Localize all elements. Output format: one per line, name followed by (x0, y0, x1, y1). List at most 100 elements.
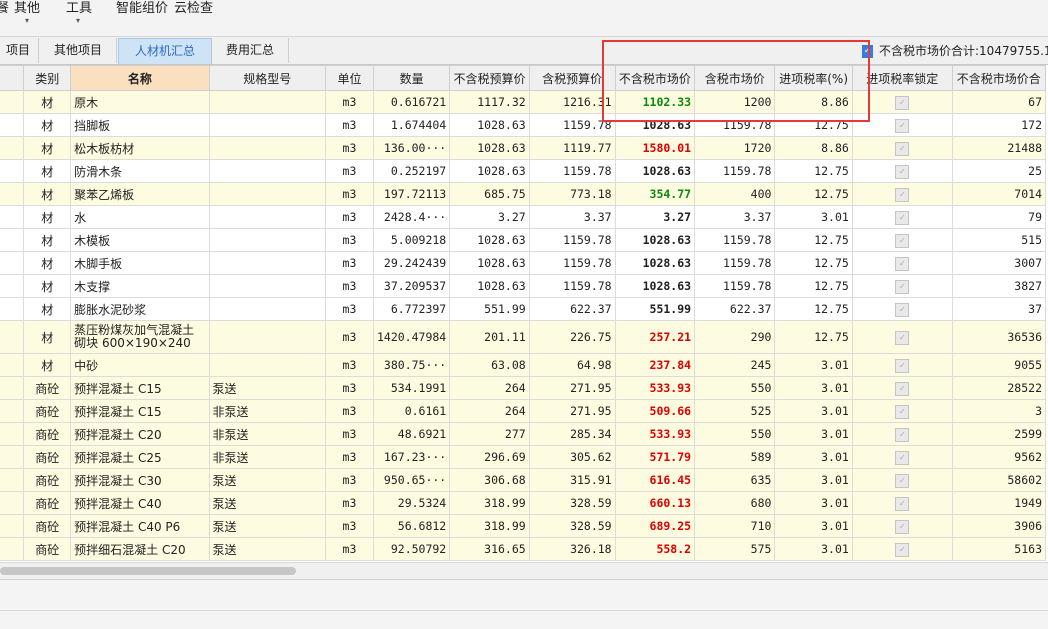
cell-budget-price-excl-tax[interactable]: 3.27 (449, 205, 530, 229)
cell-unit[interactable]: m3 (324, 274, 374, 298)
cell-market-price-incl-tax[interactable]: 245 (694, 353, 776, 377)
cell-input-tax-rate[interactable]: 3.01 (774, 376, 853, 400)
cell-quantity[interactable]: 2428.4··· (372, 205, 451, 229)
cell-index[interactable] (0, 320, 25, 354)
cell-unit[interactable]: m3 (324, 320, 374, 354)
cell-index[interactable] (0, 445, 25, 469)
cell-spec[interactable] (208, 228, 326, 252)
menu-item-smart-pricing[interactable]: 智能组价 (116, 0, 168, 16)
cell-name[interactable]: 膨胀水泥砂浆 (70, 297, 210, 321)
cell-quantity[interactable]: 0.616721 (372, 90, 451, 114)
cell-market-price-excl-tax[interactable]: 3.27 (614, 205, 696, 229)
cell-spec[interactable] (208, 320, 326, 354)
cell-market-price-incl-tax[interactable]: 525 (694, 399, 776, 423)
cell-input-tax-rate[interactable]: 8.86 (774, 136, 853, 160)
cell-market-price-incl-tax[interactable]: 550 (694, 376, 776, 400)
cell-market-total-excl-tax[interactable]: 3827 (951, 274, 1047, 298)
cell-budget-price-incl-tax[interactable]: 1159.78 (528, 159, 616, 183)
cell-input-tax-rate[interactable]: 3.01 (774, 537, 853, 561)
cell-budget-price-excl-tax[interactable]: 551.99 (449, 297, 530, 321)
cell-budget-price-incl-tax[interactable]: 1159.78 (528, 251, 616, 275)
cell-spec[interactable] (208, 274, 326, 298)
cell-market-price-excl-tax[interactable]: 533.93 (614, 376, 696, 400)
cell-budget-price-incl-tax[interactable]: 1159.78 (528, 274, 616, 298)
cell-budget-price-incl-tax[interactable]: 64.98 (528, 353, 616, 377)
cell-market-price-excl-tax[interactable]: 1028.63 (614, 113, 696, 137)
cell-category[interactable]: 材 (23, 182, 72, 206)
cell-input-tax-rate[interactable]: 12.75 (774, 251, 853, 275)
cell-quantity[interactable]: 92.50792 (372, 537, 451, 561)
tab-project[interactable]: 项目 (0, 38, 39, 63)
cell-input-tax-rate[interactable]: 12.75 (774, 113, 853, 137)
cell-market-price-excl-tax[interactable]: 558.2 (614, 537, 696, 561)
cell-budget-price-incl-tax[interactable]: 326.18 (528, 537, 616, 561)
cell-spec[interactable]: 泵送 (208, 491, 326, 515)
cell-name[interactable]: 挡脚板 (70, 113, 210, 137)
cell-budget-price-excl-tax[interactable]: 277 (449, 422, 530, 446)
cell-input-tax-rate[interactable]: 12.75 (774, 159, 853, 183)
cell-index[interactable] (0, 297, 25, 321)
cell-market-total-excl-tax[interactable]: 1949 (951, 491, 1047, 515)
cell-name[interactable]: 预拌混凝土 C15 (70, 399, 210, 423)
cell-tax-rate-lock[interactable]: ✓ (851, 113, 953, 137)
cell-market-price-incl-tax[interactable]: 1159.78 (694, 251, 776, 275)
cell-market-price-incl-tax[interactable]: 400 (694, 182, 776, 206)
cell-index[interactable] (0, 274, 25, 298)
cell-budget-price-excl-tax[interactable]: 63.08 (449, 353, 530, 377)
table-row[interactable]: 材挡脚板 m3 1.674404 1028.63 1159.78 1028.63 1159.… (0, 113, 1047, 137)
cell-market-price-excl-tax[interactable]: 551.99 (614, 297, 696, 321)
cell-category[interactable]: 材 (23, 274, 72, 298)
cell-market-total-excl-tax[interactable]: 79 (951, 205, 1047, 229)
cell-budget-price-excl-tax[interactable]: 685.75 (449, 182, 530, 206)
cell-market-total-excl-tax[interactable]: 28522 (951, 376, 1047, 400)
cell-spec[interactable] (208, 136, 326, 160)
cell-tax-rate-lock[interactable]: ✓ (851, 399, 953, 423)
cell-index[interactable] (0, 182, 25, 206)
cell-index[interactable] (0, 136, 25, 160)
table-row[interactable]: 商砼 预拌混凝土 C20 非泵送 m3 48.6921 277 285.34 533.93 55… (0, 422, 1047, 446)
col-header-input-tax-rate[interactable]: 进项税率(%) (774, 65, 853, 91)
table-row[interactable]: 材聚苯乙烯板 m3 197.72113 685.75 773.18 354.77 400 12… (0, 182, 1047, 206)
cell-unit[interactable]: m3 (324, 399, 374, 423)
cell-market-price-incl-tax[interactable]: 622.37 (694, 297, 776, 321)
cell-market-price-excl-tax[interactable]: 533.93 (614, 422, 696, 446)
cell-index[interactable] (0, 399, 25, 423)
cell-budget-price-excl-tax[interactable]: 316.65 (449, 537, 530, 561)
cell-category[interactable]: 商砼 (23, 491, 72, 515)
cell-market-price-excl-tax[interactable]: 1580.01 (614, 136, 696, 160)
cell-tax-rate-lock[interactable]: ✓ (851, 297, 953, 321)
cell-tax-rate-lock[interactable]: ✓ (851, 537, 953, 561)
cell-budget-price-incl-tax[interactable]: 285.34 (528, 422, 616, 446)
cell-quantity[interactable]: 534.1991 (372, 376, 451, 400)
cell-unit[interactable]: m3 (324, 90, 374, 114)
cell-market-price-excl-tax[interactable]: 1028.63 (614, 228, 696, 252)
cell-category[interactable]: 商砼 (23, 399, 72, 423)
cell-unit[interactable]: m3 (324, 537, 374, 561)
horizontal-scrollbar[interactable] (0, 562, 1048, 579)
cell-category[interactable]: 材 (23, 251, 72, 275)
cell-category[interactable]: 商砼 (23, 537, 72, 561)
cell-index[interactable] (0, 251, 25, 275)
cell-market-total-excl-tax[interactable]: 515 (951, 228, 1047, 252)
col-header-budget-price-excl-tax[interactable]: 不含税预算价 (449, 65, 530, 91)
cell-quantity[interactable]: 29.242439 (372, 251, 451, 275)
cell-input-tax-rate[interactable]: 3.01 (774, 514, 853, 538)
cell-market-price-excl-tax[interactable]: 237.84 (614, 353, 696, 377)
cell-market-price-incl-tax[interactable]: 575 (694, 537, 776, 561)
cell-name[interactable]: 原木 (70, 90, 210, 114)
col-header-market-price-excl-tax[interactable]: 不含税市场价 (614, 65, 696, 91)
cell-budget-price-excl-tax[interactable]: 1117.32 (449, 90, 530, 114)
table-row[interactable]: 商砼 预拌细石混凝土 C20 泵送 m3 92.50792 316.65 326.18 558… (0, 537, 1047, 561)
cell-quantity[interactable]: 48.6921 (372, 422, 451, 446)
cell-input-tax-rate[interactable]: 3.01 (774, 445, 853, 469)
cell-tax-rate-lock[interactable]: ✓ (851, 468, 953, 492)
cell-spec[interactable]: 非泵送 (208, 445, 326, 469)
col-header-market-total-excl-tax[interactable]: 不含税市场价合 (951, 65, 1047, 91)
cell-spec[interactable] (208, 251, 326, 275)
tab-labor-material-summary[interactable]: 人材机汇总 (118, 38, 212, 64)
col-header-spec[interactable]: 规格型号 (208, 65, 326, 91)
scrollbar-thumb[interactable] (0, 567, 296, 575)
cell-market-total-excl-tax[interactable]: 3007 (951, 251, 1047, 275)
cell-budget-price-incl-tax[interactable]: 271.95 (528, 376, 616, 400)
cell-quantity[interactable]: 197.72113 (372, 182, 451, 206)
